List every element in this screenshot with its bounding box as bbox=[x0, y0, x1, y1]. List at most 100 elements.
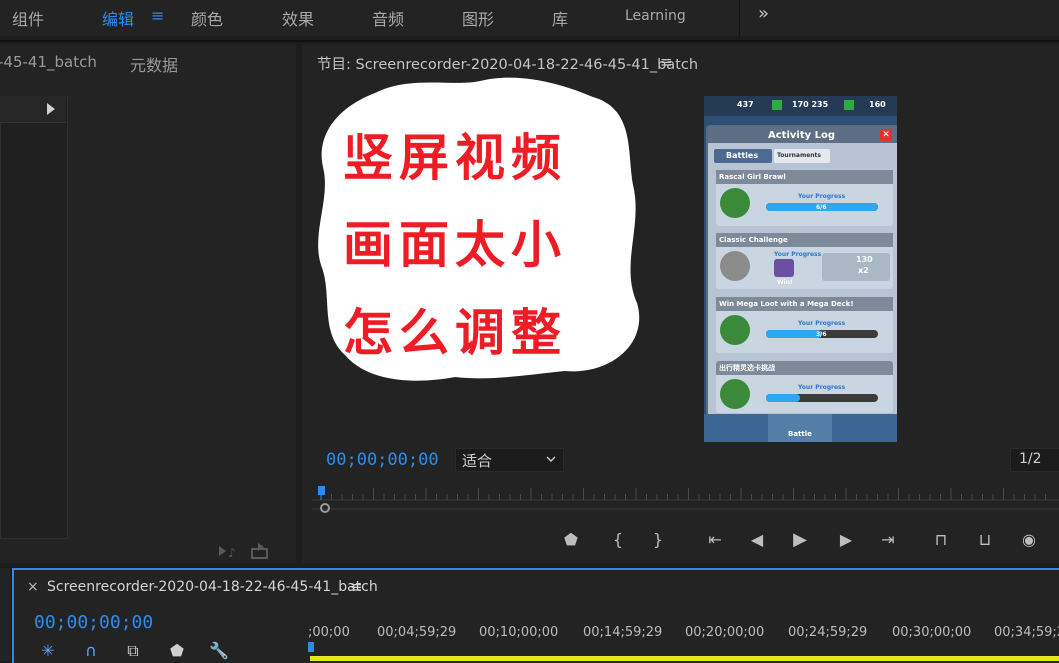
card-title: Classic Challenge bbox=[716, 233, 893, 247]
go-to-out-icon[interactable]: ⇥ bbox=[876, 528, 900, 552]
zoom-handle[interactable] bbox=[320, 503, 330, 513]
workspace-divider bbox=[739, 0, 740, 36]
nested-sequence-icon[interactable]: ⧉ bbox=[122, 640, 144, 662]
game-top-bar: 437 170 235 160 bbox=[704, 96, 897, 116]
linked-selection-icon[interactable]: ∩ bbox=[80, 640, 102, 662]
resolution-dropdown[interactable]: 1/2 bbox=[1010, 448, 1059, 472]
timeline-timecode[interactable]: 00;00;00;00 bbox=[34, 612, 153, 633]
insert-audio-icon[interactable]: ♪ bbox=[217, 543, 237, 559]
plus-icon bbox=[844, 100, 854, 110]
extract-icon[interactable]: ⊔ bbox=[973, 528, 997, 552]
timeline-left-edge bbox=[0, 568, 10, 661]
step-back-icon[interactable]: ◀ bbox=[745, 528, 769, 552]
wrench-icon[interactable]: 🔧 bbox=[208, 640, 230, 662]
snap-icon[interactable]: ✳ bbox=[37, 640, 59, 662]
activity-card[interactable]: 出行精灵选卡挑战 Your Progress bbox=[716, 361, 893, 413]
close-icon[interactable]: ✕ bbox=[880, 129, 892, 141]
export-icon[interactable] bbox=[250, 543, 270, 559]
timeline-marker-icon[interactable]: ⬟ bbox=[166, 640, 188, 662]
expand-arrow-icon[interactable] bbox=[46, 103, 56, 115]
plus-icon bbox=[772, 100, 782, 110]
step-forward-icon[interactable]: ▶ bbox=[834, 528, 858, 552]
mark-in-icon[interactable]: { bbox=[606, 528, 630, 552]
workspace-menu-icon[interactable]: ≡ bbox=[151, 6, 164, 25]
workspace-tab-audio[interactable]: 音频 bbox=[372, 6, 404, 30]
battle-label: Battle bbox=[788, 430, 812, 438]
tournament-badge-icon bbox=[720, 315, 750, 345]
sword-badge-icon bbox=[720, 251, 750, 281]
timeline-playhead[interactable] bbox=[308, 642, 314, 652]
progress-bar bbox=[766, 394, 878, 402]
program-menu-icon[interactable]: ≡ bbox=[660, 53, 673, 71]
timeline-tick: 00;14;59;29 bbox=[583, 625, 663, 640]
chevron-down-icon bbox=[546, 456, 556, 462]
program-time-ruler[interactable] bbox=[312, 484, 1059, 510]
progress-value: 6/6 bbox=[816, 204, 827, 211]
workspace-tab-assembly[interactable]: 组件 bbox=[12, 6, 44, 30]
mark-out-icon[interactable]: } bbox=[646, 528, 670, 552]
tab-tournaments-label: Tournaments bbox=[777, 152, 822, 159]
activity-log-dialog: Activity Log ✕ Battles Tournaments Rasca… bbox=[706, 125, 897, 417]
source-list-header bbox=[0, 96, 66, 123]
go-to-in-icon[interactable]: ⇤ bbox=[703, 528, 727, 552]
progress-fill bbox=[766, 330, 822, 338]
tab-tournaments[interactable]: Tournaments bbox=[774, 149, 830, 163]
close-icon[interactable]: × bbox=[27, 579, 39, 595]
timeline-tick: 00;24;59;29 bbox=[788, 625, 868, 640]
win-badge: Win! bbox=[777, 279, 793, 286]
svg-text:♪: ♪ bbox=[228, 546, 236, 559]
workspace-tab-effects[interactable]: 效果 bbox=[282, 6, 314, 30]
timeline-tick: 00;10;00;00 bbox=[479, 625, 559, 640]
progress-label: Your Progress bbox=[798, 384, 846, 391]
program-timecode[interactable]: 00;00;00;00 bbox=[326, 450, 439, 470]
workspace-tab-libraries[interactable]: 库 bbox=[552, 6, 568, 30]
workspace-tab-editing[interactable]: 编辑 bbox=[102, 6, 134, 30]
source-list bbox=[0, 96, 68, 539]
program-title[interactable]: 节目: Screenrecorder-2020-04-18-22-46-45-4… bbox=[317, 53, 698, 74]
tab-battles[interactable]: Battles bbox=[714, 149, 772, 163]
overlay-line-3: 怎么调整 bbox=[343, 304, 567, 362]
add-marker-icon[interactable]: ⬟ bbox=[559, 528, 583, 552]
battle-tab: Battle bbox=[768, 414, 832, 442]
more-workspaces-icon[interactable]: » bbox=[758, 3, 769, 24]
video-frame: 437 170 235 160 Activity Log ✕ Battles T… bbox=[704, 96, 897, 442]
timeline-tick: ;00;00 bbox=[308, 625, 350, 640]
workspace-tab-color[interactable]: 颜色 bbox=[191, 6, 223, 30]
lift-icon[interactable]: ⊓ bbox=[929, 528, 953, 552]
workspace-tab-learning[interactable]: Learning bbox=[625, 8, 686, 24]
timeline-tick: 00;30;00;00 bbox=[892, 625, 972, 640]
fit-label: 适合 bbox=[462, 452, 493, 470]
dialog-title: Activity Log bbox=[768, 130, 836, 141]
progress-label: Your Progress bbox=[798, 193, 846, 200]
work-area-bar[interactable] bbox=[310, 656, 1059, 661]
workspace-bar: 组件 编辑 ≡ 颜色 效果 音频 图形 库 Learning » bbox=[0, 0, 1059, 36]
timeline-tick: 00;34;59;2 bbox=[994, 625, 1059, 640]
reward-box: 130 x2 bbox=[822, 253, 890, 281]
sequence-tab[interactable]: Screenrecorder-2020-04-18-22-46-45-41_ba… bbox=[47, 579, 378, 595]
source-clip-tab[interactable]: -45-41_batch bbox=[0, 53, 97, 71]
fit-dropdown[interactable]: 适合 bbox=[455, 448, 564, 472]
card-title: Win Mega Loot with a Mega Deck! bbox=[716, 297, 893, 311]
progress-value: 3/6 bbox=[816, 331, 827, 338]
tab-battles-label: Battles bbox=[726, 151, 759, 160]
activity-card[interactable]: Rascal Girl Brawl Your Progress 6/6 bbox=[716, 170, 893, 226]
metadata-tab[interactable]: 元数据 bbox=[130, 52, 178, 76]
card-title: 出行精灵选卡挑战 bbox=[716, 361, 893, 375]
overlay-line-2: 画面太小 bbox=[343, 216, 567, 274]
timeline-tick: 00;20;00;00 bbox=[685, 625, 765, 640]
reward-multiplier: x2 bbox=[858, 266, 869, 275]
tournament-badge-icon bbox=[720, 188, 750, 218]
activity-card[interactable]: Classic Challenge Your Progress Win! 130… bbox=[716, 233, 893, 289]
workspace-tab-graphics[interactable]: 图形 bbox=[462, 6, 494, 30]
dialog-header: Activity Log ✕ bbox=[708, 127, 897, 143]
camera-icon[interactable]: ◉ bbox=[1017, 528, 1041, 552]
play-icon[interactable]: ▶ bbox=[788, 528, 812, 552]
reward-value: 130 bbox=[856, 255, 873, 264]
elixir-count: 437 bbox=[737, 100, 754, 109]
sequence-menu-icon[interactable]: ≡ bbox=[350, 578, 363, 596]
gem-count: 160 bbox=[869, 100, 886, 109]
gold-count: 170 235 bbox=[792, 100, 829, 109]
activity-card[interactable]: Win Mega Loot with a Mega Deck! Your Pro… bbox=[716, 297, 893, 353]
card-title: Rascal Girl Brawl bbox=[716, 170, 893, 184]
header-divider bbox=[0, 40, 1059, 42]
